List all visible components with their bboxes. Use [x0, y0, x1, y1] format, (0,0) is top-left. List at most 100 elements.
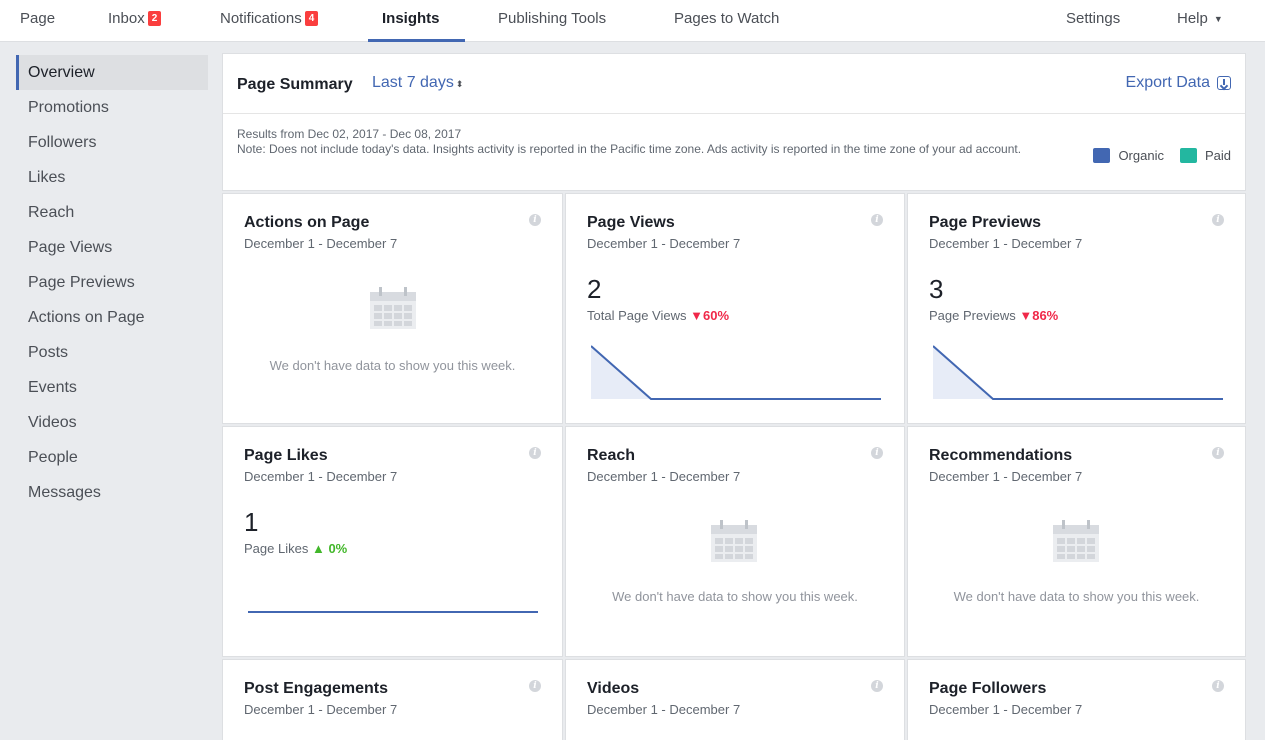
card-title: Page Views — [587, 214, 675, 231]
sparkline-chart — [248, 611, 538, 613]
results-range-text: Results from Dec 02, 2017 - Dec 08, 2017 — [237, 127, 462, 141]
no-data-message: We don't have data to show you this week… — [953, 589, 1200, 604]
nav-pages-to-watch[interactable]: Pages to Watch — [674, 10, 779, 27]
sidebar-item-followers[interactable]: Followers — [16, 125, 208, 160]
sidebar-item-actions-on-page[interactable]: Actions on Page — [16, 300, 208, 335]
card-reach[interactable]: Reach December 1 - December 7 i We don't… — [565, 426, 905, 657]
nav-help[interactable]: Help ▼ — [1177, 10, 1223, 27]
card-actions-on-page[interactable]: Actions on Page December 1 - December 7 … — [222, 193, 563, 424]
metric-label: Page Likes — [244, 541, 309, 556]
card-date-range: December 1 - December 7 — [929, 702, 1083, 717]
metric-change: ▲ 0% — [311, 541, 348, 556]
export-data-button[interactable]: Export Data — [1126, 74, 1231, 92]
top-nav: Page Inbox 2 Notifications 4 Insights Pu… — [0, 0, 1265, 42]
nav-insights-label: Insights — [382, 10, 440, 27]
legend-organic: Organic — [1118, 148, 1164, 163]
card-date-range: December 1 - December 7 — [587, 236, 741, 251]
sidebar-item-page-views[interactable]: Page Views — [16, 230, 208, 265]
nav-pages-to-watch-label: Pages to Watch — [674, 10, 780, 27]
metric-label: Total Page Views — [587, 308, 687, 323]
info-icon[interactable]: i — [529, 447, 541, 459]
info-icon[interactable]: i — [1212, 680, 1224, 692]
metric-change: ▼86% — [1019, 308, 1059, 323]
card-page-likes[interactable]: Page Likes December 1 - December 7 i 1 P… — [222, 426, 563, 657]
card-date-range: December 1 - December 7 — [244, 469, 398, 484]
paid-swatch — [1179, 148, 1197, 163]
sidebar-item-likes[interactable]: Likes — [16, 160, 208, 195]
change-value: 60% — [703, 308, 730, 323]
nav-notifications[interactable]: Notifications 4 — [220, 10, 319, 27]
sparkline-chart — [591, 345, 881, 400]
calendar-icon — [1053, 520, 1099, 562]
sidebar-item-page-previews[interactable]: Page Previews — [16, 265, 208, 300]
nav-settings[interactable]: Settings — [1066, 10, 1120, 27]
timezone-note: Note: Does not include today's data. Ins… — [237, 142, 1022, 156]
card-page-previews[interactable]: Page Previews December 1 - December 7 i … — [907, 193, 1246, 424]
metric-row: Total Page Views ▼60% — [587, 308, 729, 323]
sidebar-item-promotions[interactable]: Promotions — [16, 90, 208, 125]
info-icon[interactable]: i — [1212, 447, 1224, 459]
nav-settings-label: Settings — [1066, 10, 1121, 27]
card-post-engagements[interactable]: Post Engagements December 1 - December 7… — [222, 659, 563, 740]
sidebar-item-reach[interactable]: Reach — [16, 195, 208, 230]
legend: Organic Paid — [1093, 148, 1231, 163]
card-date-range: December 1 - December 7 — [244, 702, 398, 717]
sidebar-item-people[interactable]: People — [16, 440, 208, 475]
info-icon[interactable]: i — [871, 680, 883, 692]
summary-title: Page Summary — [237, 76, 353, 93]
sparkline-area — [933, 346, 1223, 399]
date-range-selector[interactable]: Last 7 days ⬍ — [372, 74, 463, 92]
no-data-message: We don't have data to show you this week… — [269, 358, 516, 373]
metric-value: 1 — [244, 507, 259, 537]
info-icon[interactable]: i — [871, 214, 883, 226]
sidebar-item-videos[interactable]: Videos — [16, 405, 208, 440]
metric-row: Page Previews ▼86% — [929, 308, 1058, 323]
summary-body: Results from Dec 02, 2017 - Dec 08, 2017… — [223, 114, 1245, 170]
card-date-range: December 1 - December 7 — [587, 469, 741, 484]
info-icon[interactable]: i — [529, 680, 541, 692]
card-page-followers[interactable]: Page Followers December 1 - December 7 i — [907, 659, 1246, 740]
card-page-views[interactable]: Page Views December 1 - December 7 i 2 T… — [565, 193, 905, 424]
nav-notifications-label: Notifications — [220, 10, 302, 27]
metric-value: 3 — [929, 274, 944, 304]
insights-sidebar: Overview Promotions Followers Likes Reac… — [16, 55, 208, 510]
sidebar-item-messages[interactable]: Messages — [16, 475, 208, 510]
card-title: Reach — [587, 447, 636, 464]
nav-page[interactable]: Page — [20, 10, 55, 27]
metric-value: 2 — [587, 274, 602, 304]
metric-change: ▼60% — [690, 308, 730, 323]
sidebar-item-events[interactable]: Events — [16, 370, 208, 405]
card-videos[interactable]: Videos December 1 - December 7 i — [565, 659, 905, 740]
card-title: Actions on Page — [244, 214, 370, 231]
calendar-icon — [370, 287, 416, 329]
page-summary-panel: Page Summary Last 7 days ⬍ Export Data Re… — [222, 53, 1246, 191]
summary-header: Page Summary Last 7 days ⬍ Export Data — [223, 54, 1245, 114]
card-recommendations[interactable]: Recommendations December 1 - December 7 … — [907, 426, 1246, 657]
organic-swatch — [1093, 148, 1111, 163]
card-date-range: December 1 - December 7 — [244, 236, 398, 251]
nav-inbox[interactable]: Inbox 2 — [108, 10, 162, 27]
card-title: Post Engagements — [244, 680, 389, 697]
legend-paid: Paid — [1204, 148, 1231, 163]
sparkline-area — [591, 346, 881, 399]
date-range-label: Last 7 days — [372, 74, 454, 91]
info-icon[interactable]: i — [529, 214, 541, 226]
card-title: Videos — [587, 680, 640, 697]
nav-publishing-tools[interactable]: Publishing Tools — [498, 10, 606, 27]
card-date-range: December 1 - December 7 — [929, 469, 1083, 484]
card-title: Page Likes — [244, 447, 328, 464]
no-data-message: We don't have data to show you this week… — [612, 589, 858, 604]
info-icon[interactable]: i — [871, 447, 883, 459]
download-icon — [1217, 76, 1231, 90]
sidebar-item-posts[interactable]: Posts — [16, 335, 208, 370]
metric-row: Page Likes ▲ 0% — [244, 541, 347, 556]
sort-arrows-icon: ⬍ — [455, 79, 464, 89]
nav-page-label: Page — [20, 10, 56, 27]
nav-insights[interactable]: Insights — [382, 10, 440, 27]
nav-help-label: Help — [1177, 10, 1208, 27]
metric-label: Page Previews — [929, 308, 1016, 323]
sidebar-item-overview[interactable]: Overview — [16, 55, 208, 90]
nav-publishing-tools-label: Publishing Tools — [498, 10, 607, 27]
info-icon[interactable]: i — [1212, 214, 1224, 226]
change-value: 86% — [1032, 308, 1059, 323]
